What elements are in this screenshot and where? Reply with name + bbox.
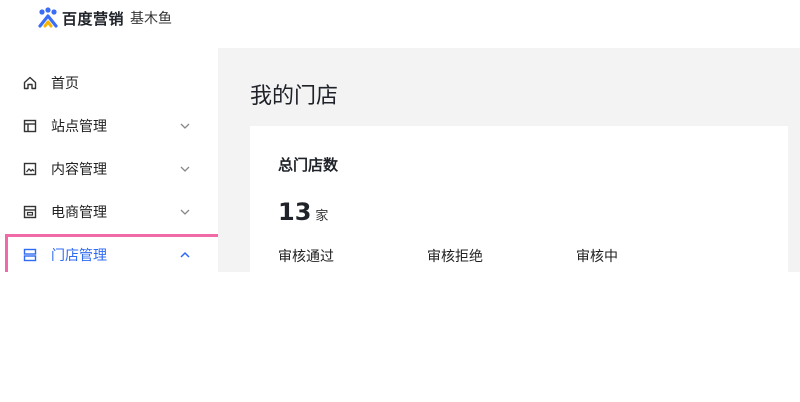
- sidebar-item-ecommerce-management[interactable]: 电商管理: [8, 192, 216, 232]
- chevron-down-icon[interactable]: [178, 162, 192, 176]
- sidebar-item-site-management[interactable]: 站点管理: [8, 106, 216, 146]
- main-content: 我的门店 总门店数 13 家 审核通过 审核拒绝 审核中: [218, 48, 800, 272]
- chevron-down-icon[interactable]: [178, 205, 192, 219]
- page-title: 我的门店: [250, 84, 339, 109]
- store-summary-card: 总门店数 13 家 审核通过 审核拒绝 审核中: [250, 126, 788, 272]
- image-icon: [22, 161, 38, 177]
- product-name: 基木鱼: [130, 11, 173, 27]
- card-title: 总门店数: [278, 156, 339, 174]
- sidebar-item-label: 电商管理: [51, 205, 107, 221]
- store-count: 13 家: [278, 198, 328, 226]
- shop-icon: [22, 204, 38, 220]
- sidebar-item-label: 内容管理: [51, 162, 107, 178]
- logo[interactable]: 百度营销 基木鱼: [36, 6, 172, 30]
- chevron-down-icon[interactable]: [178, 119, 192, 133]
- screenshot: 百度营销 基木鱼 首页 站点管理 内容管理 电商管理 门店管理 我的门店 总门店…: [0, 0, 800, 272]
- sidebar-item-label: 门店管理: [51, 248, 107, 264]
- layout-icon: [22, 118, 38, 134]
- store-count-value: 13: [278, 198, 312, 226]
- stat-rejected-label: 审核拒绝: [427, 249, 483, 265]
- stat-pending-label: 审核中: [576, 249, 618, 265]
- baidu-paw-icon: [38, 7, 58, 28]
- sidebar-item-home[interactable]: 首页: [8, 63, 216, 103]
- brand-name: 百度营销: [62, 9, 125, 28]
- store-count-unit: 家: [315, 209, 329, 224]
- stat-approved-label: 审核通过: [278, 249, 334, 265]
- sidebar-item-label: 站点管理: [51, 119, 107, 135]
- sidebar-item-content-management[interactable]: 内容管理: [8, 149, 216, 189]
- sidebar-item-store-management[interactable]: 门店管理: [8, 235, 216, 272]
- sidebar: 首页 站点管理 内容管理 电商管理 门店管理: [0, 48, 218, 272]
- store-icon: [22, 247, 38, 263]
- chevron-up-icon[interactable]: [178, 248, 192, 262]
- home-icon: [22, 75, 38, 91]
- sidebar-item-label: 首页: [51, 76, 79, 92]
